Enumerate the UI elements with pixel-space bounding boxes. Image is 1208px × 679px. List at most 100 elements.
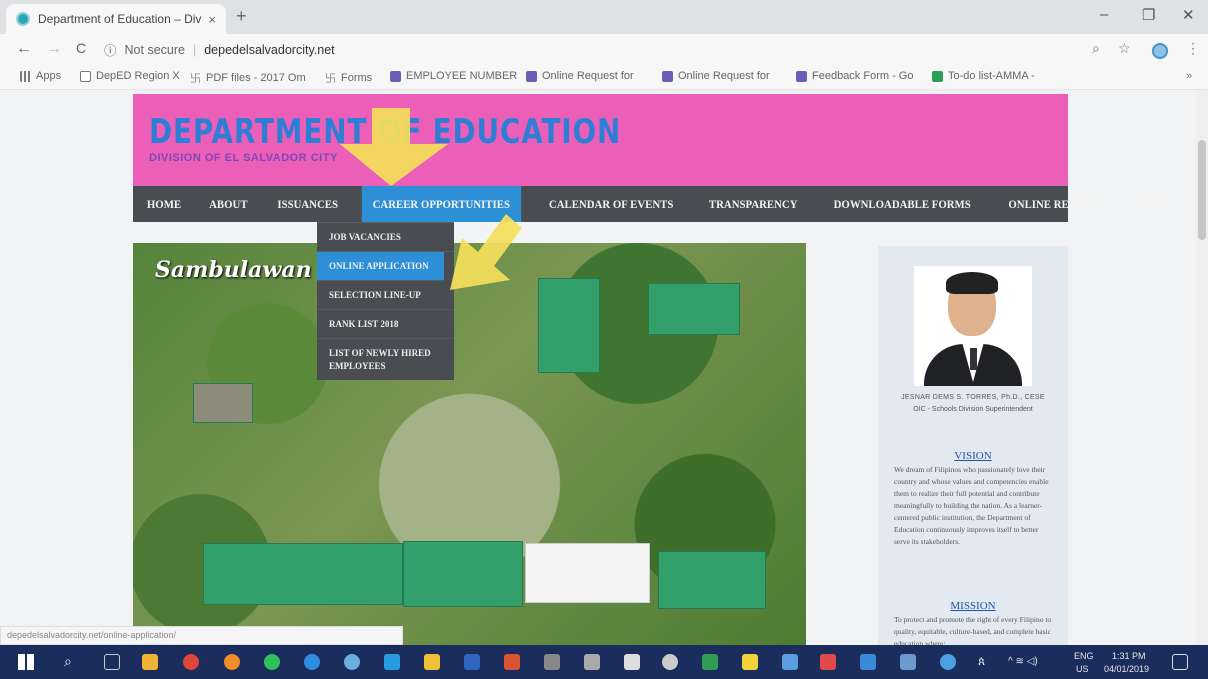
vision-heading[interactable]: VISION [878, 450, 1068, 462]
hero-image[interactable]: Sambulawan Elem [133, 243, 806, 645]
forward-button[interactable]: → [46, 40, 62, 58]
bookmark-item[interactable]: 卐 Forms [325, 70, 372, 86]
form-icon [796, 70, 807, 82]
pdf-icon: 卐 [325, 73, 336, 85]
calculator-icon[interactable] [544, 654, 560, 670]
clock-time[interactable]: 1:31 PM [1112, 651, 1146, 661]
site-banner[interactable]: DEPARTMENT OF EDUCATION DIVISION OF EL S… [133, 94, 1068, 186]
bookmark-item[interactable]: Online Request for [662, 70, 770, 82]
mail-icon[interactable] [624, 654, 640, 670]
scroll-thumb[interactable] [1198, 140, 1206, 240]
form-icon [526, 70, 537, 82]
url-field[interactable]: ⓘ Not secure | depedelsalvadorcity.net [104, 40, 335, 59]
pdf-icon: 卐 [190, 73, 201, 85]
word-icon[interactable] [464, 654, 480, 670]
calendar-icon[interactable] [584, 654, 600, 670]
app-icon[interactable] [860, 654, 876, 670]
dropdown-rank-list[interactable]: RANK LIST 2018 [317, 310, 454, 339]
security-label: Not secure [124, 42, 185, 57]
app-icon[interactable] [782, 654, 798, 670]
minimize-button[interactable]: – [1100, 6, 1108, 23]
arrow-down-icon [340, 108, 448, 186]
nav-online-request[interactable]: ONLINE REQUEST [997, 186, 1116, 222]
building-roof [403, 541, 523, 607]
bookmark-apps[interactable]: Apps [20, 70, 61, 82]
sidebar-panel: JESNAR DEMS S. TORRES, Ph.D., CESE OIC -… [878, 246, 1068, 645]
page-viewport: DEPARTMENT OF EDUCATION DIVISION OF EL S… [0, 90, 1208, 645]
notes-icon[interactable] [742, 654, 758, 670]
search-icon[interactable]: ⌕ [64, 653, 72, 670]
nav-about[interactable]: ABOUT [198, 186, 258, 222]
star-icon[interactable]: ☆ [1118, 40, 1131, 57]
site-subtitle: DIVISION OF EL SALVADOR CITY [149, 152, 338, 164]
url-text[interactable]: depedelsalvadorcity.net [204, 43, 334, 57]
task-view-icon[interactable] [104, 654, 120, 670]
dropdown-online-application[interactable]: ONLINE APPLICATION [317, 252, 444, 281]
notification-icon[interactable] [1172, 654, 1188, 670]
close-window-button[interactable]: ✕ [1182, 6, 1195, 24]
bookmark-item[interactable]: 卐 PDF files - 2017 Om [190, 70, 306, 86]
clock-date[interactable]: 04/01/2019 [1104, 664, 1149, 674]
back-button[interactable]: ← [16, 40, 32, 58]
powerpoint-icon[interactable] [504, 654, 520, 670]
app-icon[interactable] [900, 654, 916, 670]
excel-icon[interactable] [702, 654, 718, 670]
spotify-icon[interactable] [264, 654, 280, 670]
doc-icon [80, 70, 91, 82]
arrow-pointer-icon [450, 214, 522, 290]
nav-calendar-of-events[interactable]: CALENDAR OF EVENTS [538, 186, 684, 222]
reload-button[interactable]: C [76, 40, 86, 56]
info-icon[interactable]: ⓘ [104, 40, 117, 59]
bookmark-item[interactable]: Online Request for [526, 70, 634, 82]
nav-issuances[interactable]: ISSUANCES [266, 186, 348, 222]
new-tab-button[interactable]: + [236, 6, 247, 27]
bookmarks-more-button[interactable]: » [1186, 70, 1192, 82]
bookmark-item[interactable]: DepED Region X [80, 70, 180, 82]
status-url: depedelsalvadorcity.net/online-applicati… [0, 626, 403, 645]
taskbar: ⌕ ጰ ^ ≋ ◁) ENG US 1:31 PM 04/01/2019 [0, 645, 1208, 679]
media-icon[interactable] [662, 654, 678, 670]
site-favicon-icon [16, 12, 30, 26]
nav-home[interactable]: HOME [136, 186, 192, 222]
folder-icon[interactable] [424, 654, 440, 670]
region-indicator[interactable]: US [1076, 664, 1089, 674]
app-icon[interactable] [344, 654, 360, 670]
app-icon[interactable] [820, 654, 836, 670]
superintendent-photo [914, 266, 1032, 386]
tab-title: Department of Education – Divi [38, 12, 203, 26]
tab-close-icon[interactable]: × [208, 12, 216, 27]
browser-tab[interactable]: Department of Education – Divi × [6, 4, 226, 34]
page-scrollbar[interactable] [1196, 90, 1208, 645]
maximize-button[interactable]: ❐ [1142, 6, 1155, 24]
tab-bar: Department of Education – Divi × + – ❐ ✕ [0, 0, 1208, 34]
zoom-icon[interactable]: ⌕ [1092, 40, 1100, 57]
chrome-icon[interactable] [183, 654, 199, 670]
bookmark-item[interactable]: Feedback Form - Go [796, 70, 913, 82]
nav-transparency[interactable]: TRANSPARENCY [698, 186, 808, 222]
dropdown-job-vacancies[interactable]: JOB VACANCIES [317, 223, 454, 252]
dropdown-selection-line-up[interactable]: SELECTION LINE-UP [317, 281, 454, 310]
building-roof [658, 551, 766, 609]
language-indicator[interactable]: ENG [1074, 651, 1094, 661]
store-icon[interactable] [142, 654, 158, 670]
windows-start-icon[interactable] [18, 654, 34, 670]
help-icon[interactable] [940, 654, 956, 670]
nav-downloadable-forms[interactable]: DOWNLOADABLE FORMS [823, 186, 982, 222]
extension-icon[interactable] [1152, 43, 1168, 59]
building-roof [538, 278, 600, 373]
nav-login[interactable]: LOGIN [1126, 186, 1184, 222]
bookmark-item[interactable]: To-do list-AMMA - [932, 70, 1035, 82]
bookmark-item[interactable]: EMPLOYEE NUMBER [390, 70, 517, 82]
tray-icons[interactable]: ^ ≋ ◁) [1008, 656, 1038, 667]
superintendent-name: JESNAR DEMS S. TORRES, Ph.D., CESE [901, 394, 1045, 401]
edge-icon[interactable] [304, 654, 320, 670]
building-roof [203, 543, 403, 605]
menu-icon[interactable]: ⋮ [1186, 40, 1200, 57]
vision-text: We dream of Filipinos who passionately l… [894, 465, 1049, 546]
dropdown-newly-hired[interactable]: LIST OF NEWLY HIRED EMPLOYEES [317, 339, 454, 380]
mission-heading[interactable]: MISSION [878, 600, 1068, 612]
building-roof [648, 283, 740, 335]
skype-icon[interactable] [384, 654, 400, 670]
people-icon[interactable]: ጰ [978, 654, 985, 669]
firefox-icon[interactable] [224, 654, 240, 670]
